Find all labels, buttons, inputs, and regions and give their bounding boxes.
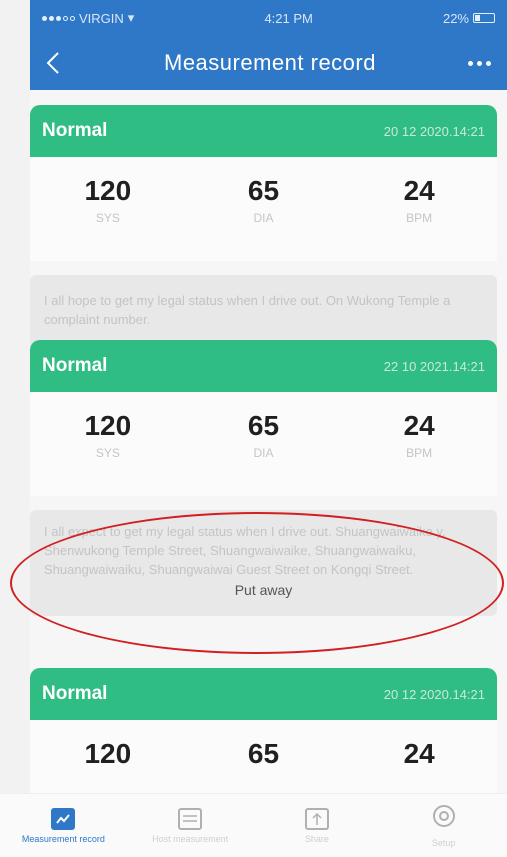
card-body: 120 SYS 65 DIA 24 BPM (30, 157, 497, 261)
note-text: I all expect to get my legal status when… (44, 524, 446, 577)
card-status: Normal (42, 683, 108, 704)
card-header: Normal 22 10 2021.14:21 (30, 340, 497, 392)
card-time: 22 10 2021.14:21 (383, 358, 485, 374)
card-status: Normal (42, 355, 108, 376)
status-bar: VIRGIN ▾ 4:21 PM 22% (30, 0, 507, 36)
bpm-value: 24 BPM (403, 175, 435, 225)
tab-host-measurement[interactable]: Host measurement (140, 807, 240, 844)
tab-measurement-record[interactable]: Measurement record (13, 807, 113, 844)
clock: 4:21 PM (264, 10, 313, 26)
back-icon[interactable] (46, 48, 72, 78)
share-icon (304, 807, 329, 830)
dia-value: 65 DIA (247, 175, 280, 225)
card-status: Normal (42, 120, 108, 141)
dia-value: 65 DIA (247, 410, 280, 460)
page-title: Measurement record (164, 50, 376, 75)
wifi-icon: ▾ (127, 10, 135, 25)
tab-label: Share (304, 833, 329, 844)
card-time: 20 12 2020.14:21 (383, 123, 485, 139)
nav-bar: Measurement record (30, 36, 507, 90)
sys-value: 120 SYS (84, 410, 132, 460)
measurement-card[interactable]: Normal 20 12 2020.14:21 120 SYS 65 DIA 24 B… (30, 105, 497, 351)
card-header: Normal 20 12 2020.14:21 (30, 668, 497, 720)
card-note-expanded[interactable]: I all expect to get my legal status when… (30, 510, 497, 616)
signal-icon (42, 15, 75, 21)
settings-icon (431, 803, 457, 834)
card-header: Normal 20 12 2020.14:21 (30, 105, 497, 157)
tab-label: Measurement record (21, 833, 105, 844)
bpm-value: 24 BPM (403, 410, 435, 460)
measurement-card[interactable]: Normal 22 10 2021.14:21 120 SYS 65 DIA 24 B… (30, 340, 497, 616)
battery-icon (473, 13, 495, 23)
app-screen: VIRGIN ▾ 4:21 PM 22% Measurement record … (30, 0, 507, 857)
more-options-icon[interactable] (467, 60, 491, 66)
sys-value: 120 SYS (84, 175, 132, 225)
tab-share[interactable]: Share (267, 807, 367, 844)
tab-label: Host measurement (152, 833, 229, 844)
tab-bar: Measurement record Host measurement Shar… (0, 793, 507, 857)
chart-icon (51, 807, 76, 830)
card-body: 120 SYS 65 DIA 24 BPM (30, 392, 497, 496)
put-away-button[interactable]: Put away (44, 581, 483, 600)
tab-label: Setup (431, 838, 456, 848)
battery-percent: 22% (442, 10, 469, 26)
carrier-label: VIRGIN (79, 10, 124, 26)
carrier-group: VIRGIN ▾ (42, 10, 134, 26)
list-icon (178, 807, 203, 830)
card-time: 20 12 2020.14:21 (383, 686, 485, 702)
battery-group: 22% (443, 11, 495, 26)
tab-setup[interactable]: Setup (394, 803, 494, 848)
